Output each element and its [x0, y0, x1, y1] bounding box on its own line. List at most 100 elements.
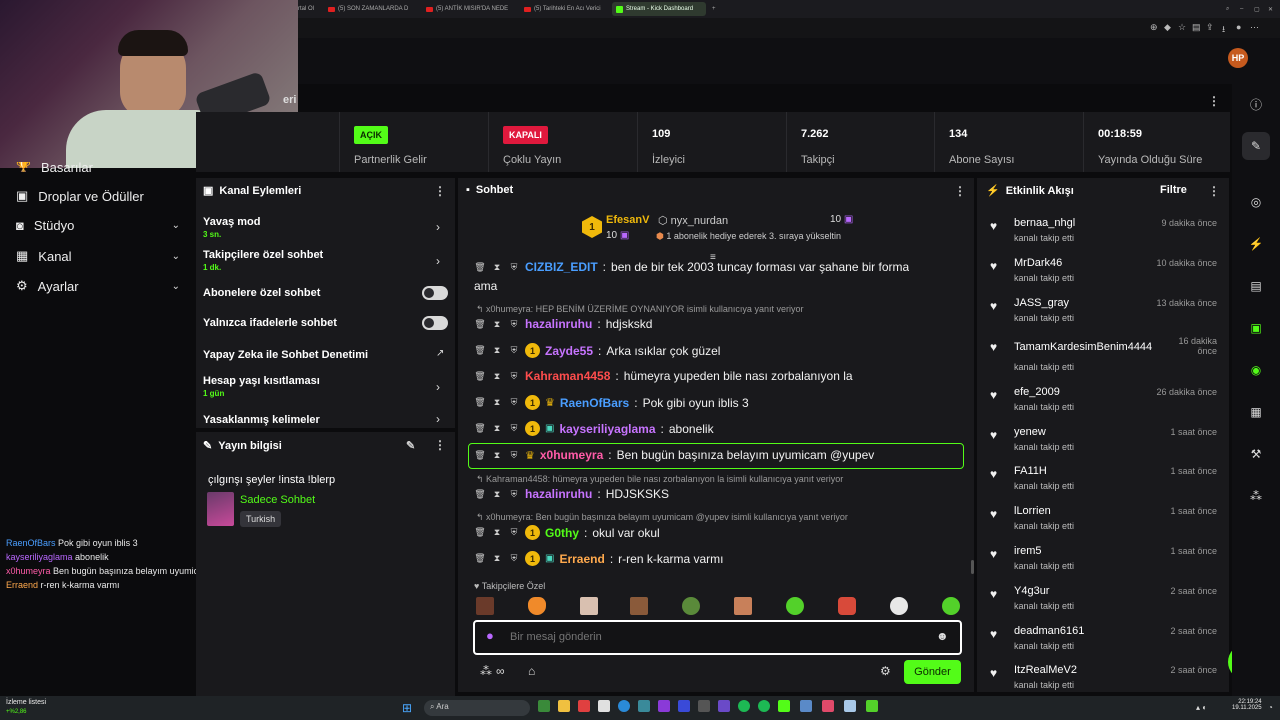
- taskbar-app-icon[interactable]: [866, 700, 878, 712]
- taskbar-app-icon[interactable]: [578, 700, 590, 712]
- taskbar-app-icon[interactable]: [538, 700, 550, 712]
- file-explorer-icon[interactable]: [558, 700, 570, 712]
- emote[interactable]: [838, 597, 856, 615]
- kick-icon[interactable]: [778, 700, 790, 712]
- chat-message[interactable]: 🗑 ⧗ ⛨ 1 Zayde55: Arka ısıklar çok güzel: [474, 343, 720, 358]
- ban-icon[interactable]: ⛨: [508, 489, 520, 500]
- chat-icon[interactable]: ▣: [1242, 314, 1270, 342]
- taskbar-app-icon[interactable]: [822, 700, 834, 712]
- stream-category[interactable]: Sadece Sohbet: [240, 494, 315, 506]
- sidebar-item-studio[interactable]: ◙ Stüdyo ⌄: [16, 218, 180, 233]
- store-icon[interactable]: ⌂: [528, 664, 535, 678]
- taskbar-app-icon[interactable]: [758, 700, 770, 712]
- ban-icon[interactable]: ⛨: [508, 450, 520, 461]
- trash-icon[interactable]: 🗑: [474, 345, 486, 356]
- trash-icon[interactable]: 🗑: [474, 397, 486, 408]
- browser-tab[interactable]: (5) Tarihteki En Acı Verici: [520, 2, 610, 16]
- system-tray-icons[interactable]: ▴ ◐: [1196, 703, 1207, 712]
- broadcast-icon[interactable]: ◉: [1242, 356, 1270, 384]
- chat-message[interactable]: 🗑 ⧗ ⛨ CIZBIZ_EDIT: ben de bir tek 2003 tun…: [474, 260, 909, 274]
- external-link-icon[interactable]: ↗: [436, 348, 444, 359]
- status-badge[interactable]: AÇIK: [354, 126, 388, 144]
- feed-username[interactable]: lLorrien: [1014, 505, 1051, 517]
- taskbar-app-icon[interactable]: [698, 700, 710, 712]
- extension-icon[interactable]: ◆: [1164, 22, 1171, 33]
- ban-icon[interactable]: ⛨: [508, 397, 520, 408]
- top-gifter-name[interactable]: EfesanV: [606, 214, 649, 226]
- info-icon[interactable]: ⓘ: [1242, 90, 1270, 118]
- settings-icon[interactable]: ⋯: [1250, 22, 1259, 33]
- lightning-icon[interactable]: ⚡: [1242, 230, 1270, 258]
- emote-chat-toggle[interactable]: [422, 316, 448, 330]
- timeout-icon[interactable]: ⧗: [491, 319, 503, 330]
- watchlist-widget[interactable]: İzleme listesi: [6, 699, 46, 706]
- timeout-icon[interactable]: ⧗: [491, 345, 503, 356]
- chevron-right-icon[interactable]: ›: [436, 380, 440, 394]
- edge-icon[interactable]: [618, 700, 630, 712]
- chat-input[interactable]: [510, 628, 910, 646]
- action-account-age[interactable]: Hesap yaşı kısıtlaması: [203, 375, 320, 387]
- apps-icon[interactable]: ⁂: [1242, 482, 1270, 510]
- feed-username[interactable]: ItzRealMeV2: [1014, 664, 1077, 676]
- taskbar-app-icon[interactable]: [800, 700, 812, 712]
- ban-icon[interactable]: ⛨: [508, 319, 520, 330]
- taskbar-app-icon[interactable]: [844, 700, 856, 712]
- taskbar-app-icon[interactable]: [718, 700, 730, 712]
- timeout-icon[interactable]: ⧗: [491, 371, 503, 382]
- chat-message[interactable]: 🗑 ⧗ ⛨ ♛ x0humeyra: Ben bugün başınıza bela…: [474, 448, 874, 462]
- action-slow-mode[interactable]: Yavaş mod: [203, 216, 260, 228]
- microphone-icon[interactable]: ●: [486, 628, 494, 643]
- timeout-icon[interactable]: ⧗: [491, 553, 503, 564]
- emote[interactable]: [786, 597, 804, 615]
- trash-icon[interactable]: 🗑: [474, 319, 486, 330]
- chat-message[interactable]: 🗑 ⧗ ⛨ 1 ♛ RaenOfBars: Pok gibi oyun iblis 3: [474, 395, 749, 410]
- trash-icon[interactable]: 🗑: [474, 423, 486, 434]
- edit-layout-icon[interactable]: ✎: [1242, 132, 1270, 160]
- timeout-icon[interactable]: ⧗: [491, 397, 503, 408]
- emote[interactable]: [528, 597, 546, 615]
- status-badge[interactable]: KAPALI: [503, 126, 548, 144]
- category-thumbnail[interactable]: [207, 492, 234, 526]
- taskbar-app-icon[interactable]: [678, 700, 690, 712]
- panel-menu-icon[interactable]: ⋮: [434, 184, 446, 198]
- clock[interactable]: 22:19:24 19.11.2025: [1232, 699, 1262, 711]
- chat-message[interactable]: 🗑 ⧗ ⛨ Kahraman4458: hümeyra yupeden bile n…: [474, 369, 852, 383]
- collections-icon[interactable]: ▤: [1192, 22, 1201, 33]
- emote[interactable]: [580, 597, 598, 615]
- camera-icon[interactable]: ◎: [1242, 188, 1270, 216]
- infinity-icon[interactable]: ∞: [496, 664, 505, 678]
- feed-username[interactable]: TamamKardesimBenim4444: [1014, 341, 1152, 353]
- taskbar-app-icon[interactable]: [638, 700, 650, 712]
- wrench-icon[interactable]: ⚒: [1242, 440, 1270, 468]
- action-banned-words[interactable]: Yasaklanmış kelimeler: [203, 414, 320, 426]
- timeout-icon[interactable]: ⧗: [491, 489, 503, 500]
- timeout-icon[interactable]: ⧗: [491, 262, 503, 273]
- browser-tab[interactable]: (5) SON ZAMANLARDA D: [324, 2, 416, 16]
- feed-username[interactable]: bernaa_nhgl: [1014, 217, 1075, 229]
- timeout-icon[interactable]: ⧗: [491, 450, 503, 461]
- feed-username[interactable]: irem5: [1014, 545, 1042, 557]
- ban-icon[interactable]: ⛨: [508, 262, 520, 273]
- chat-message[interactable]: 🗑 ⧗ ⛨ 1 ▣ Erraend: r-ren k-karma varmı: [474, 551, 724, 566]
- ban-icon[interactable]: ⛨: [508, 527, 520, 538]
- chat-message[interactable]: 🗑 ⧗ ⛨ 1 ▣ kayseriliyaglama: abonelik: [474, 421, 714, 436]
- feed-username[interactable]: yenew: [1014, 426, 1046, 438]
- chevron-right-icon[interactable]: ›: [436, 220, 440, 234]
- ban-icon[interactable]: ⛨: [508, 345, 520, 356]
- second-gifter[interactable]: ⬡ nyx_nurdan: [658, 214, 728, 227]
- trash-icon[interactable]: 🗑: [474, 262, 486, 273]
- feed-username[interactable]: efe_2009: [1014, 386, 1060, 398]
- chat-settings-icon[interactable]: ⚙: [880, 664, 891, 678]
- spotify-icon[interactable]: [738, 700, 750, 712]
- sidebar-item-drops[interactable]: ▣ Droplar ve Ödüller: [16, 188, 180, 204]
- feed-username[interactable]: deadman6161: [1014, 625, 1084, 637]
- profile-icon[interactable]: ●: [1236, 22, 1241, 32]
- chat-message[interactable]: 🗑 ⧗ ⛨ hazalinruhu: HDJSKSKS: [474, 487, 669, 501]
- sidebar-item-settings[interactable]: ⚙ Ayarlar ⌄: [16, 278, 180, 294]
- timeout-icon[interactable]: ⧗: [491, 423, 503, 434]
- ban-icon[interactable]: ⛨: [508, 553, 520, 564]
- new-tab-button[interactable]: +: [708, 2, 718, 16]
- close-icon[interactable]: ✕: [1264, 2, 1276, 16]
- filter-button[interactable]: Filtre: [1160, 184, 1187, 196]
- share-icon[interactable]: ⇪: [1206, 22, 1214, 33]
